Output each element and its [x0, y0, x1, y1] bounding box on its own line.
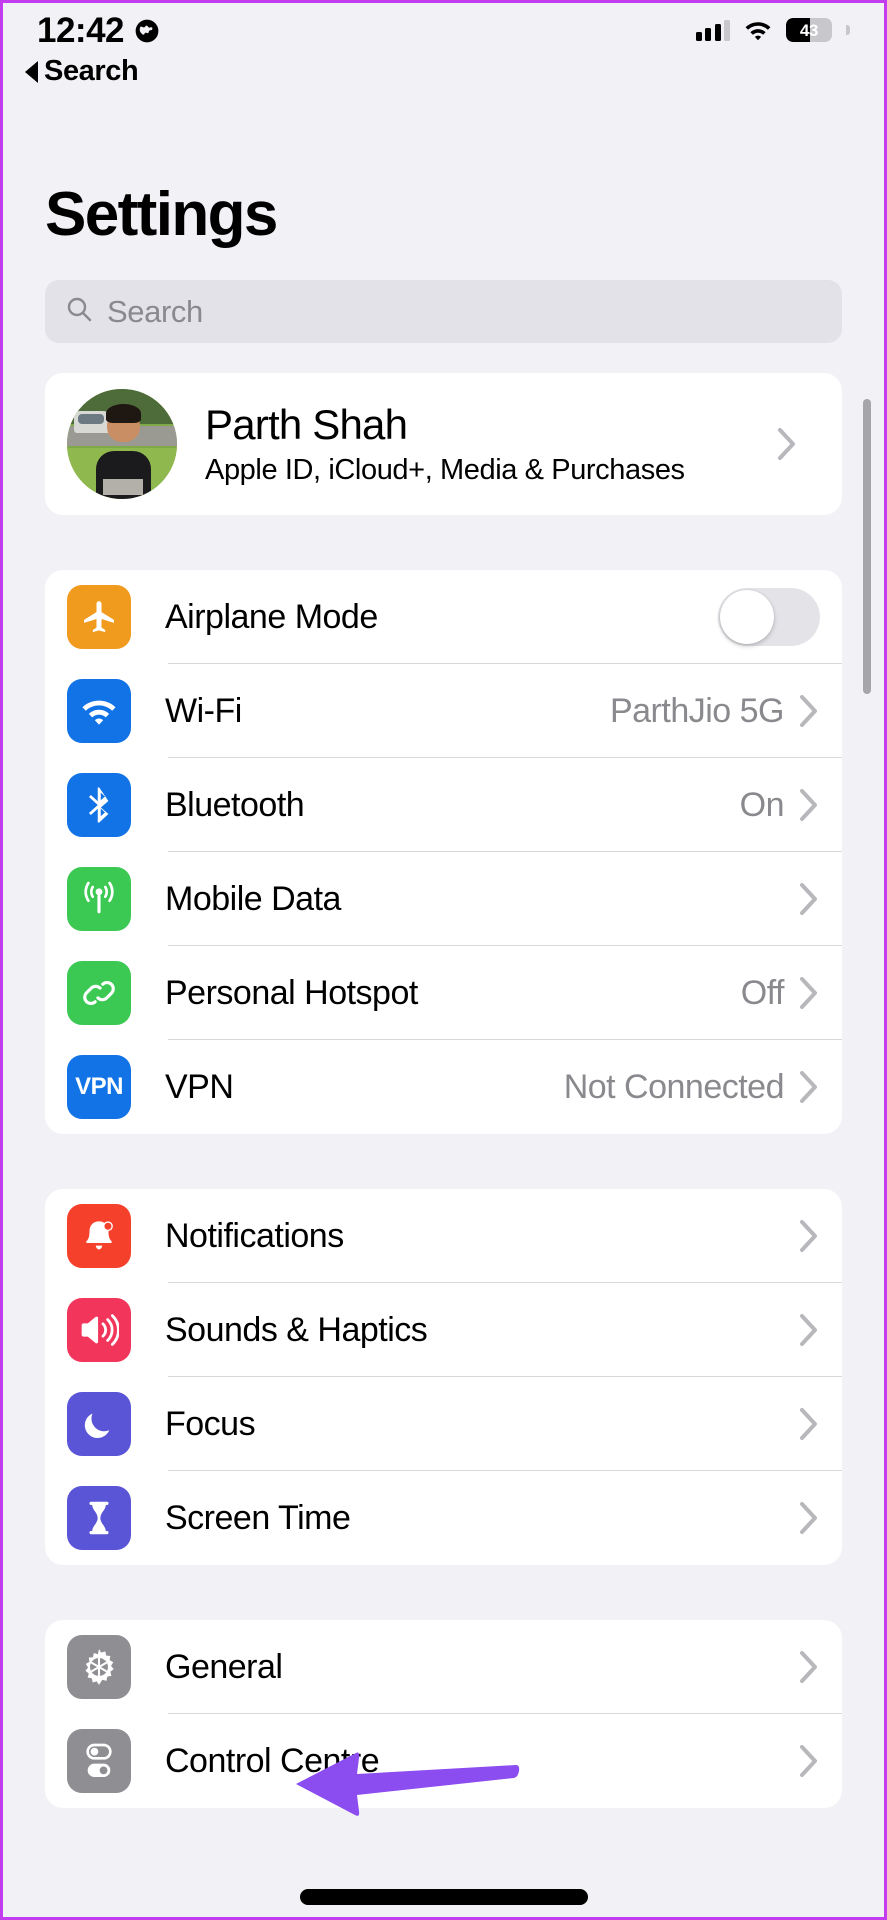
settings-row-label: Sounds & Haptics	[165, 1310, 428, 1349]
settings-row-focus[interactable]: Focus	[45, 1377, 842, 1471]
chevron-right-icon	[798, 1500, 820, 1536]
battery-percent-label: 43	[799, 20, 819, 40]
settings-row-value: ParthJio 5G	[609, 691, 785, 730]
apple-id-profile-row[interactable]: Parth Shah Apple ID, iCloud+, Media & Pu…	[45, 373, 842, 515]
avatar	[67, 389, 177, 499]
gear-icon	[67, 1635, 131, 1699]
settings-row-personal-hotspot[interactable]: Personal Hotspot Off	[45, 946, 842, 1040]
bell-icon	[67, 1204, 131, 1268]
moon-icon	[67, 1392, 131, 1456]
back-caret-icon	[25, 60, 38, 83]
chevron-right-icon	[798, 1649, 820, 1685]
settings-row-label: Bluetooth	[165, 785, 305, 824]
settings-group-alerts: Notifications Sounds & Haptics Focus Scr…	[45, 1189, 842, 1565]
settings-row-control-centre[interactable]: Control Centre	[45, 1714, 842, 1808]
chevron-right-icon	[798, 975, 820, 1011]
speaker-waves-icon	[67, 1298, 131, 1362]
settings-scroll-view[interactable]: Settings Search Parth Shah Apple ID, iCl	[3, 179, 884, 1808]
status-bar-left: 12:42	[37, 13, 160, 48]
settings-row-mobile-data[interactable]: Mobile Data	[45, 852, 842, 946]
settings-row-label: VPN	[165, 1067, 234, 1106]
vpn-icon: VPN	[67, 1055, 131, 1119]
status-bar-clock: 12:42	[37, 11, 125, 50]
settings-row-airplane-mode[interactable]: Airplane Mode	[45, 570, 842, 664]
settings-row-value: Off	[740, 973, 785, 1012]
settings-row-label: Control Centre	[165, 1741, 380, 1780]
cellular-antenna-icon	[67, 867, 131, 931]
hourglass-icon	[67, 1486, 131, 1550]
settings-row-label: Personal Hotspot	[165, 973, 418, 1012]
globe-icon	[134, 18, 160, 44]
settings-row-label: Airplane Mode	[165, 597, 378, 636]
settings-group-connectivity: Airplane Mode Wi-Fi ParthJio 5G Bluetoot…	[45, 570, 842, 1134]
profile-name: Parth Shah	[205, 401, 408, 449]
chevron-right-icon	[798, 787, 820, 823]
chevron-right-icon	[798, 1069, 820, 1105]
settings-row-label: Wi-Fi	[165, 691, 242, 730]
chevron-right-icon	[798, 693, 820, 729]
settings-row-bluetooth[interactable]: Bluetooth On	[45, 758, 842, 852]
wifi-icon	[67, 679, 131, 743]
settings-row-label: General	[165, 1647, 283, 1686]
status-bar-right: 43	[695, 13, 850, 42]
wifi-icon	[743, 19, 773, 41]
cellular-signal-icon	[695, 19, 730, 41]
chevron-right-icon	[798, 881, 820, 917]
home-indicator-bar	[299, 1889, 588, 1905]
settings-row-sounds-haptics[interactable]: Sounds & Haptics	[45, 1283, 842, 1377]
settings-row-screen-time[interactable]: Screen Time	[45, 1471, 842, 1565]
scrollbar-thumb[interactable]	[863, 399, 871, 694]
page-title: Settings	[45, 180, 278, 249]
settings-row-value: Not Connected	[563, 1067, 785, 1106]
chevron-right-icon	[798, 1312, 820, 1348]
settings-row-label: Focus	[165, 1404, 256, 1443]
settings-row-label: Screen Time	[165, 1498, 351, 1537]
airplane-mode-toggle[interactable]	[718, 588, 820, 646]
chevron-right-icon	[776, 426, 798, 462]
back-link-label: Search	[44, 55, 139, 87]
battery-indicator: 43	[786, 18, 832, 42]
scrollbar[interactable]	[863, 219, 871, 1917]
search-icon	[65, 295, 93, 328]
search-input[interactable]: Search	[45, 280, 842, 343]
settings-row-notifications[interactable]: Notifications	[45, 1189, 842, 1283]
settings-row-label: Mobile Data	[165, 879, 341, 918]
search-placeholder: Search	[107, 293, 203, 329]
settings-row-wifi[interactable]: Wi-Fi ParthJio 5G	[45, 664, 842, 758]
chevron-right-icon	[798, 1743, 820, 1779]
battery-cap-icon	[846, 25, 850, 35]
bluetooth-icon	[67, 773, 131, 837]
back-to-search-link[interactable]: Search	[25, 55, 139, 88]
profile-subtitle: Apple ID, iCloud+, Media & Purchases	[205, 453, 685, 486]
airplane-icon	[67, 585, 131, 649]
hotspot-link-icon	[67, 961, 131, 1025]
phone-screen-frame: 12:42 43 Search Settings Search Parth Sh…	[0, 0, 887, 1920]
settings-row-vpn[interactable]: VPN VPN Not Connected	[45, 1040, 842, 1134]
settings-group-system: General Control Centre	[45, 1620, 842, 1808]
settings-row-general[interactable]: General	[45, 1620, 842, 1714]
control-toggles-icon	[67, 1729, 131, 1793]
settings-row-value: On	[739, 785, 785, 824]
chevron-right-icon	[798, 1218, 820, 1254]
profile-text: Parth Shah Apple ID, iCloud+, Media & Pu…	[205, 401, 776, 486]
settings-row-label: Notifications	[165, 1216, 344, 1255]
chevron-right-icon	[798, 1406, 820, 1442]
vpn-icon-label: VPN	[75, 1073, 123, 1100]
